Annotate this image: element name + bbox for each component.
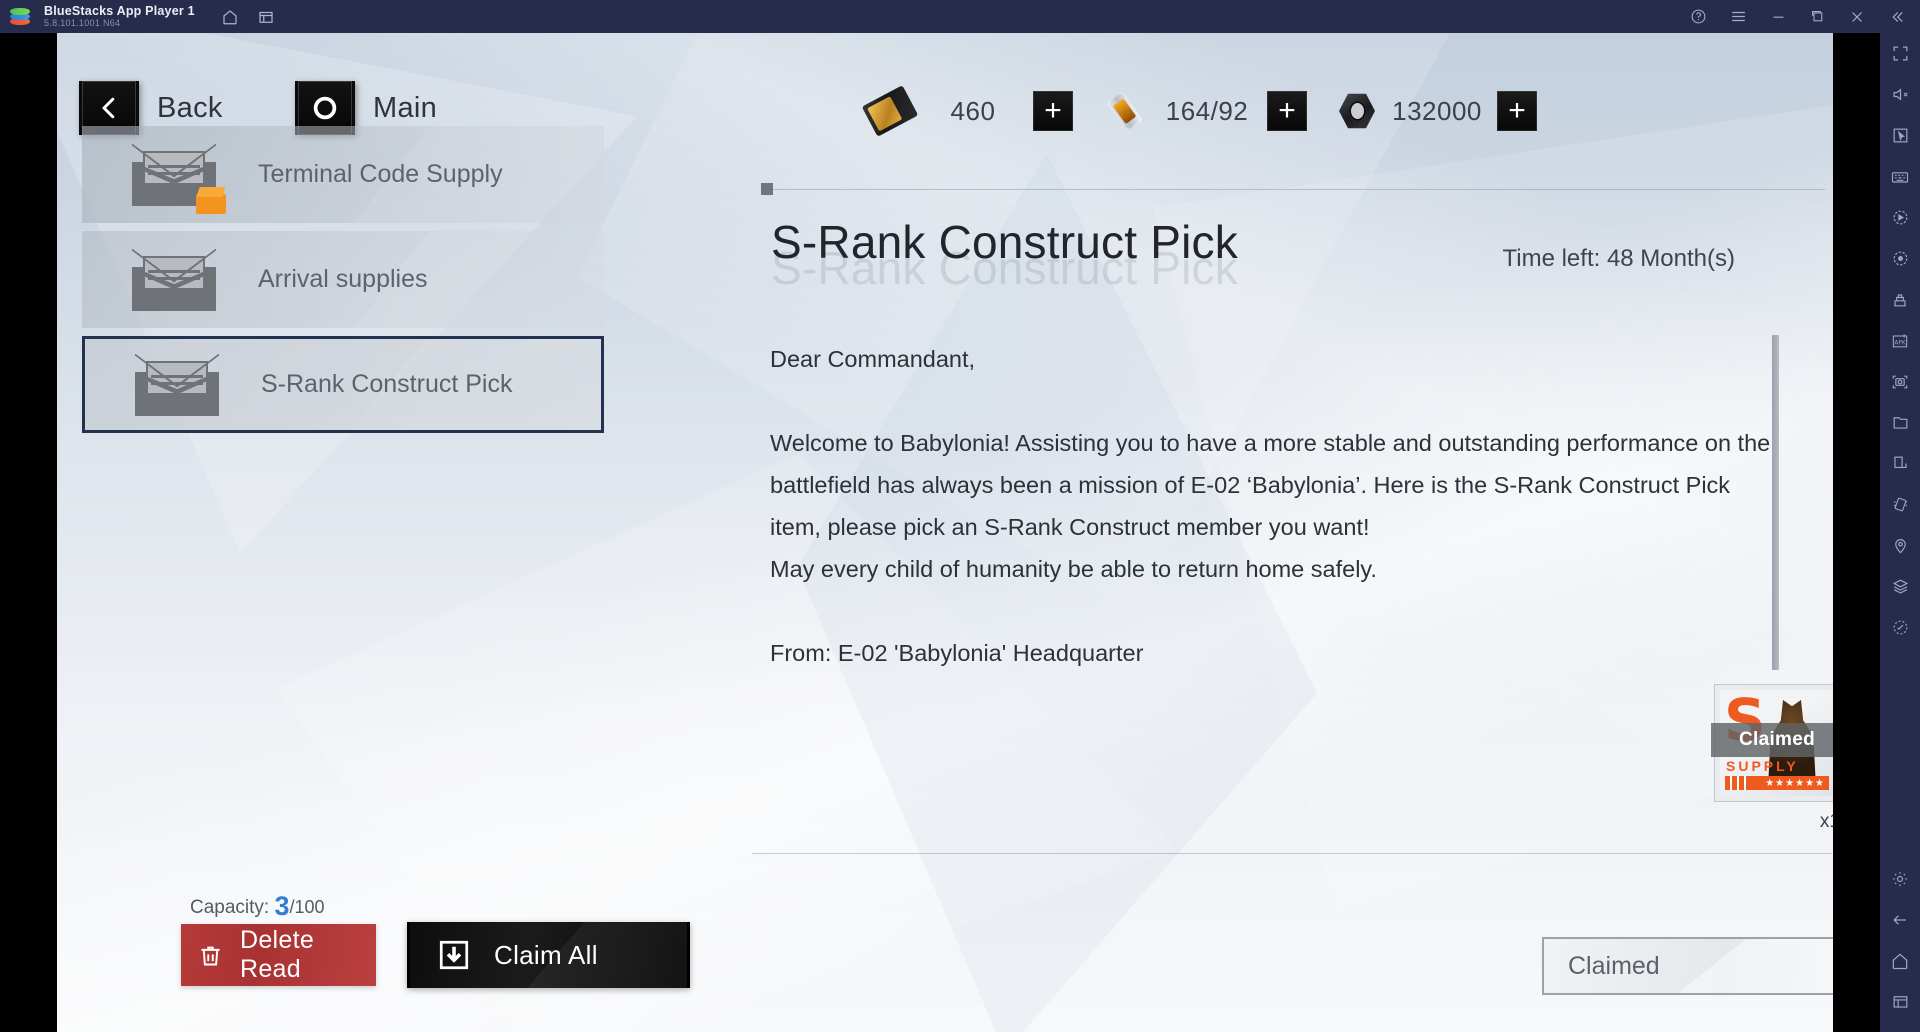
multi-instance-icon[interactable]	[257, 8, 275, 26]
keyboard-controls-icon[interactable]	[1880, 156, 1920, 197]
footer-divider	[752, 853, 1832, 854]
cursor-icon[interactable]	[1880, 115, 1920, 156]
letter-paragraph-2: May every child of humanity be able to r…	[770, 556, 1377, 582]
game-viewport: Back Main 460 + 164/92 + 132000 + Termin…	[57, 33, 1833, 1032]
reward-item[interactable]: S SUPPLY ★★★★★★ Claimed	[1711, 684, 1833, 802]
capacity-max: /100	[289, 897, 325, 917]
location-icon[interactable]	[1880, 525, 1920, 566]
rarity-star-bar: ★★★★★★	[1725, 776, 1829, 790]
bluestacks-logo-icon	[8, 6, 34, 28]
android-back-icon[interactable]	[1880, 899, 1920, 940]
claim-all-button[interactable]: Claim All	[407, 922, 690, 988]
delete-read-button[interactable]: Delete Read	[181, 924, 376, 986]
delete-read-label: Delete Read	[240, 926, 315, 983]
emulator-sidebar: APK	[1880, 33, 1920, 1032]
trash-icon	[197, 942, 224, 969]
android-home-icon[interactable]	[1880, 940, 1920, 981]
mail-list-item-terminal-code-supply[interactable]: Terminal Code Supply	[82, 126, 604, 223]
reward-quantity: x1	[1819, 811, 1833, 832]
mute-icon[interactable]	[1880, 74, 1920, 115]
titlebar: BlueStacks App Player 1 5.8.101.1001 N64	[0, 0, 1920, 33]
emulator-stage: Back Main 460 + 164/92 + 132000 + Termin…	[0, 33, 1880, 1032]
supply-label: SUPPLY	[1726, 758, 1799, 774]
eco-mode-icon[interactable]	[1880, 607, 1920, 648]
svg-text:APK: APK	[1894, 340, 1906, 346]
bluestacks-window: BlueStacks App Player 1 5.8.101.1001 N64	[0, 0, 1920, 1032]
close-icon[interactable]	[1848, 8, 1866, 26]
claimed-overlay-badge: Claimed	[1711, 723, 1833, 757]
capacity-current: 3	[274, 891, 290, 921]
window-controls	[1690, 0, 1906, 33]
mail-list-item-s-rank-construct-pick[interactable]: S-Rank Construct Pick	[82, 336, 604, 433]
layers-icon[interactable]	[1880, 566, 1920, 607]
envelope-icon	[132, 248, 216, 311]
letter-panel: S-Rank Construct Pick S-Rank Construct P…	[697, 33, 1833, 1032]
capacity-indicator: Capacity: 3/100	[190, 891, 325, 922]
back-label: Back	[157, 91, 223, 124]
window-title-block: BlueStacks App Player 1 5.8.101.1001 N64	[44, 3, 195, 29]
screenshot-icon[interactable]	[1880, 361, 1920, 402]
claim-all-label: Claim All	[494, 939, 598, 970]
claimed-overlay-label: Claimed	[1738, 729, 1815, 750]
letter-paragraph-1: Welcome to Babylonia! Assisting you to h…	[770, 430, 1771, 540]
menu-icon[interactable]	[1729, 7, 1748, 26]
media-folder-icon[interactable]	[1880, 402, 1920, 443]
rotate-screen-icon[interactable]	[1880, 443, 1920, 484]
titlebar-actions	[221, 8, 275, 26]
letter-title: S-Rank Construct Pick	[771, 216, 1238, 268]
minimize-icon[interactable]	[1770, 8, 1787, 25]
help-icon[interactable]	[1690, 8, 1707, 25]
macro-record-icon[interactable]	[1880, 238, 1920, 279]
settings-gear-icon[interactable]	[1880, 858, 1920, 899]
shake-icon[interactable]	[1880, 484, 1920, 525]
collapse-icon[interactable]	[1888, 8, 1906, 26]
rarity-stars: ★★★★★★	[1765, 777, 1825, 789]
mail-list-item-label: Terminal Code Supply	[258, 160, 503, 188]
download-box-icon	[436, 937, 472, 973]
mail-list-item-label: S-Rank Construct Pick	[261, 370, 513, 398]
envelope-icon	[135, 353, 219, 416]
app-title: BlueStacks App Player 1	[44, 3, 195, 18]
app-version: 5.8.101.1001 N64	[44, 17, 121, 28]
main-label: Main	[373, 91, 438, 124]
mail-list: Terminal Code Supply Arrival supplies S-…	[82, 126, 604, 441]
install-apk-icon[interactable]: APK	[1880, 320, 1920, 361]
mail-list-item-label: Arrival supplies	[258, 265, 428, 293]
letter-time-left: Time left: 48 Month(s)	[1502, 245, 1735, 272]
mail-list-item-arrival-supplies[interactable]: Arrival supplies	[82, 231, 604, 328]
envelope-icon	[132, 143, 226, 214]
maximize-icon[interactable]	[1809, 8, 1826, 25]
letter-signature: From: E-02 'Babylonia' Headquarter	[770, 640, 1144, 666]
header-divider	[765, 189, 1825, 190]
claim-button-label: Claimed	[1568, 951, 1660, 980]
claim-button: Claimed	[1542, 937, 1833, 995]
letter-body: Dear Commandant, Welcome to Babylonia! A…	[770, 338, 1780, 674]
multi-instance-manager-icon[interactable]	[1880, 279, 1920, 320]
macro-play-icon[interactable]	[1880, 197, 1920, 238]
letter-scrollbar[interactable]	[1772, 335, 1779, 670]
home-icon[interactable]	[221, 8, 239, 26]
android-recents-icon[interactable]	[1880, 981, 1920, 1022]
capacity-label: Capacity:	[190, 897, 270, 918]
fullscreen-icon[interactable]	[1880, 33, 1920, 74]
attachment-package-icon	[196, 186, 226, 214]
letter-greeting: Dear Commandant,	[770, 346, 976, 372]
